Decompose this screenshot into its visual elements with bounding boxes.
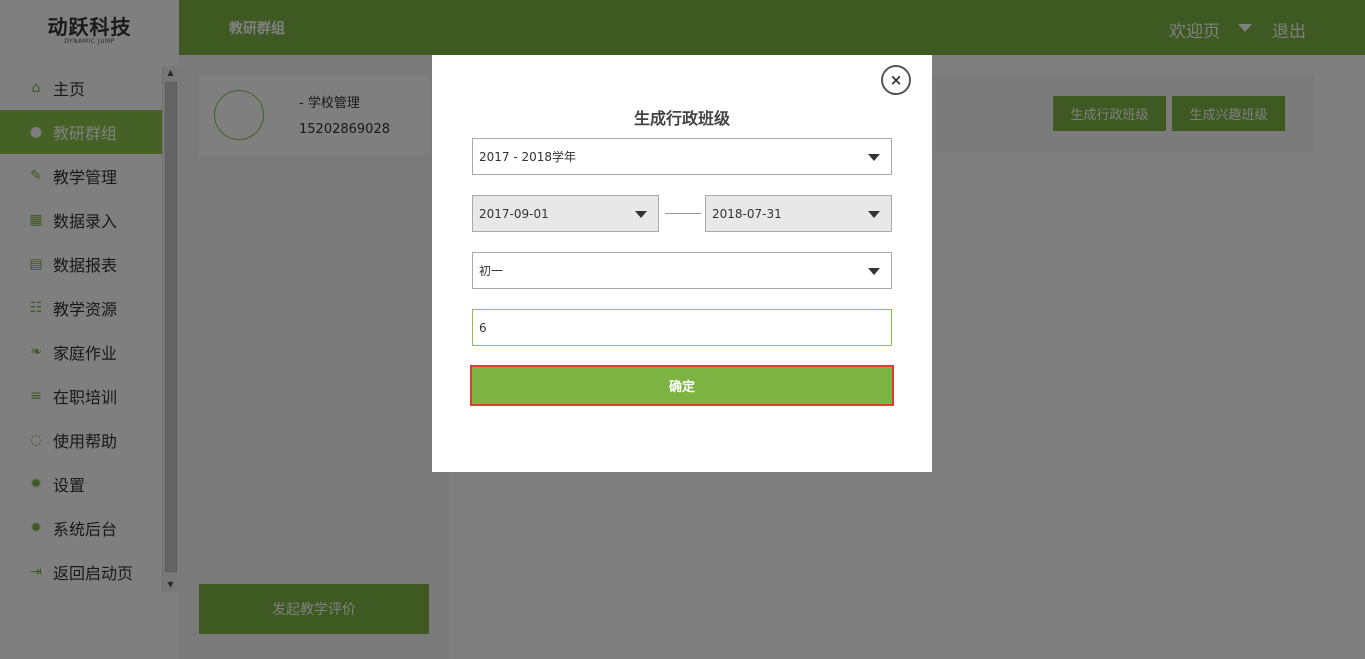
class-count-input[interactable] — [472, 309, 892, 346]
confirm-button[interactable]: 确定 — [470, 365, 894, 406]
grade-value: 初一 — [479, 264, 504, 278]
start-date-value: 2017-09-01 — [479, 206, 549, 221]
grade-select[interactable]: 初一 — [472, 252, 892, 289]
date-range-separator — [665, 213, 701, 214]
end-date-select[interactable]: 2018-07-31 — [705, 195, 892, 232]
school-year-select[interactable]: 2017 - 2018学年 — [472, 138, 892, 175]
school-year-value: 2017 - 2018学年 — [479, 150, 577, 164]
end-date-value: 2018-07-31 — [712, 206, 782, 221]
close-icon[interactable]: × — [881, 65, 911, 95]
dropdown-caret-icon — [635, 211, 647, 218]
dropdown-caret-icon — [868, 154, 880, 161]
dropdown-caret-icon — [868, 268, 880, 275]
dropdown-caret-icon — [868, 211, 880, 218]
generate-class-dialog: × 生成行政班级 2017 - 2018学年 2017-09-01 2018-0… — [432, 55, 932, 472]
dialog-title: 生成行政班级 — [633, 109, 730, 128]
start-date-select[interactable]: 2017-09-01 — [472, 195, 659, 232]
